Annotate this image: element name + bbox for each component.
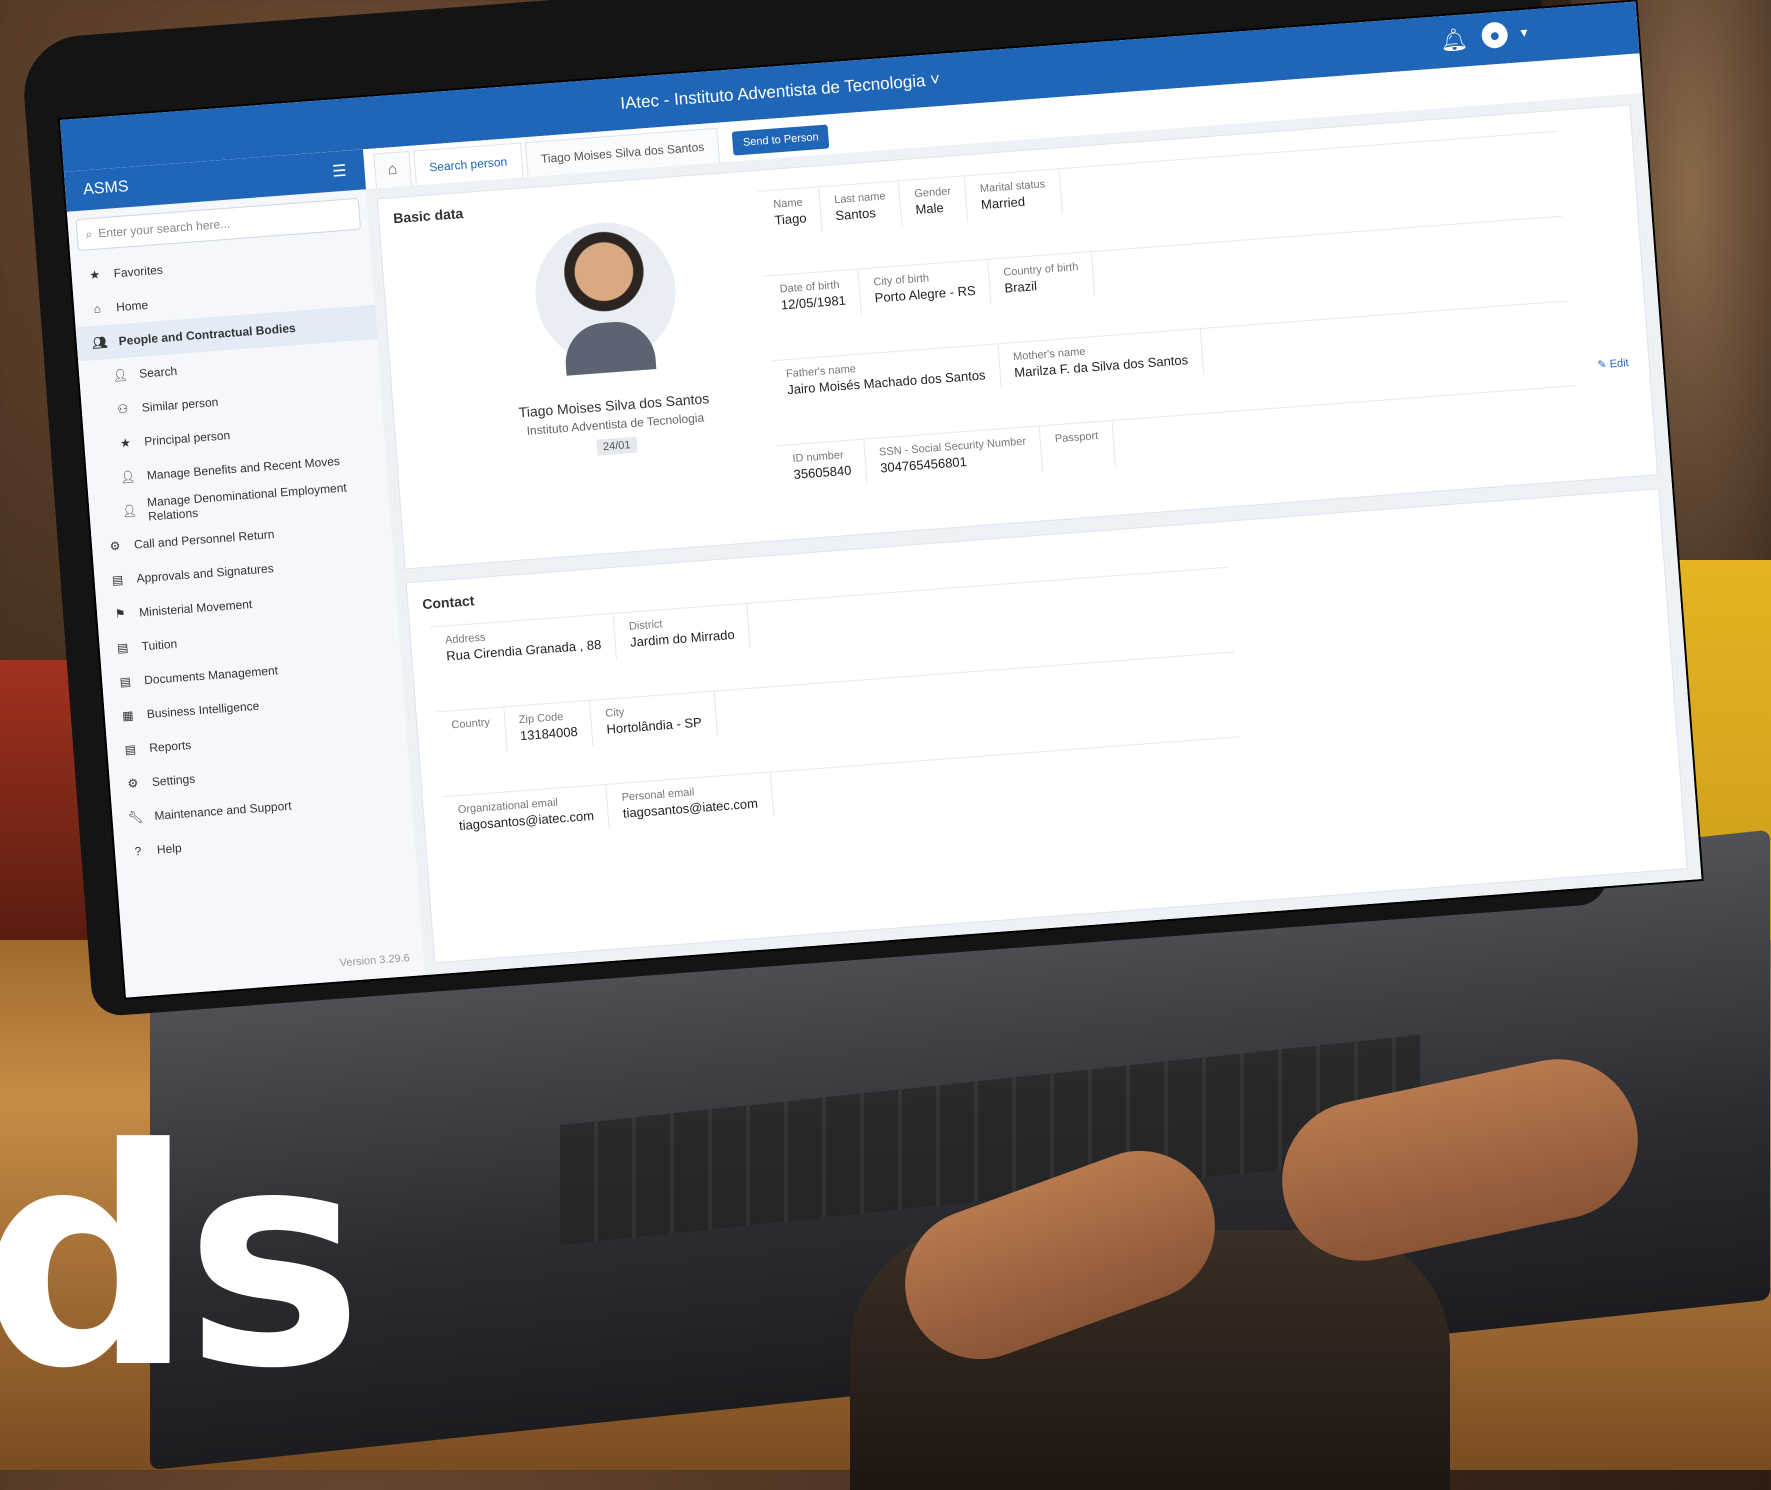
data-field: Last name Santos: [819, 181, 903, 233]
user-avatar-icon[interactable]: ●: [1480, 21, 1509, 50]
field-row: Father's name Jairo Moisés Machado dos Sa…: [771, 300, 1573, 407]
laptop-screen: IAtec - Instituto Adventista de Tecnolog…: [60, 1, 1702, 998]
version-label: Version 3.29.6: [339, 952, 411, 970]
sidebar-item-label: Tuition: [141, 636, 178, 654]
sidebar-item-label: Favorites: [113, 262, 164, 281]
sidebar-item-label: Manage Benefits and Recent Moves: [146, 453, 341, 483]
headline-text: ds: [0, 1085, 363, 1434]
edit-button[interactable]: ✎ Edit: [1597, 356, 1629, 371]
field-value: Married: [980, 193, 1026, 213]
gear-icon: ⚙: [109, 538, 121, 554]
sidebar-item-label: Ministerial Movement: [138, 596, 253, 620]
doc-icon: ▤: [111, 572, 124, 588]
sidebar-menu: ★ Favorites ⌂ Home 👥︎ People and Contractual …: [70, 237, 415, 870]
field-label: Passport: [1054, 430, 1099, 446]
field-row: Country Zip Code 13184008 City Hortolândia -…: [436, 651, 1238, 758]
data-field: Zip Code 13184008: [503, 700, 594, 753]
basic-data-card: Basic data Tiago Moises Silva dos Santos…: [376, 104, 1659, 570]
field-value: 12/05/1981: [780, 292, 847, 313]
field-value: Male: [914, 200, 945, 218]
sidebar-item-label: People and Contractual Bodies: [118, 320, 297, 349]
home-icon: ⌂: [93, 301, 102, 316]
field-label: Gender: [913, 185, 952, 201]
section-title-basic-data: Basic data: [392, 205, 464, 227]
data-field: Address Rua Cirendia Granada , 88: [430, 613, 618, 673]
person-icon: 👤︎: [121, 503, 138, 519]
search-icon: ⌕: [85, 226, 93, 241]
data-field: ID number 35605840: [777, 439, 868, 491]
search-placeholder: Enter your search here...: [97, 216, 231, 241]
field-value: 13184008: [519, 723, 579, 744]
sidebar-item-label: Settings: [151, 771, 196, 789]
data-field: Country: [436, 707, 508, 758]
person-icon: 👤︎: [119, 469, 137, 485]
data-field: Gender Male: [899, 176, 969, 227]
people-icon: 👥︎: [91, 335, 108, 351]
question-icon: ?: [134, 843, 142, 859]
sidebar-item-label: Home: [115, 297, 149, 315]
field-label: Last name: [833, 190, 886, 207]
flag-icon: ⚑: [114, 606, 127, 622]
field-value: Santos: [834, 205, 877, 224]
data-field: City of birth Porto Alegre - RS: [858, 259, 992, 315]
person-icon: 👤︎: [112, 367, 129, 383]
hamburger-menu-icon[interactable]: ☰: [332, 161, 348, 182]
field-value: 35605840: [793, 462, 852, 482]
data-field: SSN - Social Security Number 304765456801: [864, 426, 1044, 485]
data-field: Father's name Jairo Moisés Machado dos Sa…: [771, 344, 1002, 407]
field-row: Date of birth 12/05/1981 City of birth Port…: [764, 215, 1566, 322]
field-value: Brazil: [1003, 278, 1038, 296]
sidebar-item-label: Business Intelligence: [146, 698, 260, 722]
data-field: Country of birth Brazil: [988, 251, 1096, 305]
data-field: Date of birth 12/05/1981: [764, 269, 862, 322]
sidebar-item-label: Call and Personnel Return: [133, 527, 275, 552]
chevron-down-icon[interactable]: ▾: [1520, 24, 1528, 41]
sidebar-item-label: Approvals and Signatures: [136, 561, 275, 586]
doc-icon: ▤: [124, 742, 137, 757]
sidebar-item-label: Documents Management: [143, 663, 279, 688]
sidebar-item-label: Maintenance and Support: [153, 798, 293, 823]
data-field: Marital status Married: [964, 169, 1063, 222]
sidebar-item-label: Principal person: [143, 428, 231, 449]
data-field: City Hortolândia - SP: [590, 691, 718, 746]
contact-card: Contact Address Rua Cirendia Granada , 88…: [405, 488, 1688, 964]
chart-icon: ▦: [121, 708, 135, 723]
field-label: Country: [451, 716, 491, 732]
main-content: Basic data Tiago Moises Silva dos Santos…: [366, 93, 1702, 976]
send-to-person-button[interactable]: Send to Person: [732, 124, 830, 156]
field-row: Address Rua Cirendia Granada , 88 District…: [430, 566, 1232, 673]
field-row: ID number 35605840 SSN - Social Security N…: [777, 385, 1579, 491]
field-label: Name: [772, 196, 804, 211]
data-field: Name Tiago: [758, 187, 823, 237]
data-field: Mother's name Marilza F. da Silva dos San…: [998, 329, 1205, 390]
star-icon: ★: [119, 435, 132, 451]
gear-icon: ⚙: [127, 776, 139, 791]
data-field: District Jardim do Mirrado: [613, 603, 751, 659]
data-field: Passport: [1039, 420, 1116, 472]
profile-badge: 24/01: [596, 436, 638, 456]
star-icon: ★: [88, 267, 101, 283]
bell-icon[interactable]: 🔔︎: [1439, 26, 1469, 54]
org-selector[interactable]: IAtec - Instituto Adventista de Tecnolog…: [620, 70, 941, 114]
doc-icon: ▤: [119, 674, 132, 690]
sidebar-item-label: Help: [156, 840, 183, 857]
data-field: Organizational email tiagosantos@iatec.co…: [442, 784, 611, 843]
wrench-icon: 🔧︎: [127, 809, 144, 825]
home-tab[interactable]: ⌂: [373, 150, 412, 189]
field-value: Tiago: [773, 210, 808, 228]
logo: ASMS: [82, 178, 130, 199]
section-title-contact: Contact: [421, 592, 475, 613]
sidebar-item-label: Search: [138, 363, 178, 381]
users-icon: ⚇: [116, 401, 129, 417]
field-row: Organizational email tiagosantos@iatec.co…: [442, 736, 1244, 843]
doc-icon: ▤: [116, 640, 129, 656]
data-field: Personal email tiagosantos@iatec.com: [606, 772, 774, 830]
sidebar-item-label: Reports: [148, 737, 192, 756]
sidebar-item-label: Similar person: [141, 394, 219, 415]
